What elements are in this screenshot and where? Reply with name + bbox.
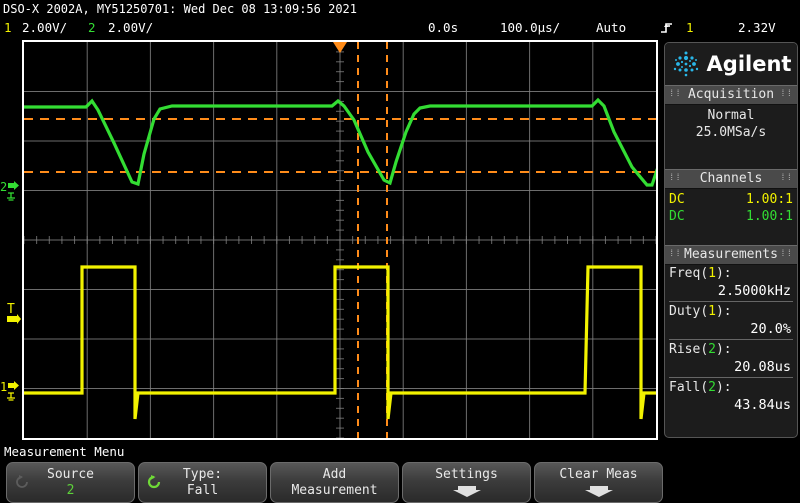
measurement-label: Fall(2): xyxy=(669,380,732,395)
channel-marker-gutter: 2 1 T xyxy=(0,40,22,440)
measurement-value: 20.0% xyxy=(750,321,791,337)
grip-left-icon: ⁞⁞ xyxy=(669,89,682,99)
channels-title: Channels xyxy=(699,171,763,186)
measurements-title: Measurements xyxy=(684,247,778,262)
measurement-name: Freq xyxy=(669,266,701,281)
acquisition-mode: Normal xyxy=(707,108,755,123)
measurement-value: 20.08us xyxy=(734,359,791,375)
softkey-label: Add xyxy=(322,466,347,482)
measurement-value: 2.5000kHz xyxy=(717,283,791,299)
status-trigger-source[interactable]: 1 xyxy=(686,18,694,38)
softkey-add-measurement[interactable]: Add Measurement xyxy=(270,462,399,503)
agilent-wordmark: Agilent xyxy=(706,52,792,76)
measurements-panel-header[interactable]: ⁞⁞ Measurements ⁞⁞ xyxy=(665,245,797,265)
brand-block: Agilent xyxy=(665,43,797,85)
status-bar: 1 2.00V/ 2 2.00V/ 0.0s 100.0µs/ Auto 1 2… xyxy=(0,18,800,38)
softkey-bar: Source 2 Type: Fall Add Measurement Sett… xyxy=(0,462,800,503)
softkey-label: Type: xyxy=(182,466,223,482)
svg-text:T: T xyxy=(7,302,15,317)
status-sweep-mode[interactable]: Auto xyxy=(596,18,626,38)
measurement-source: 2 xyxy=(708,342,716,357)
softkey-value: 2 xyxy=(66,482,75,498)
softkey-label: Settings xyxy=(435,467,498,482)
measurement-name: Rise xyxy=(669,342,701,357)
channels-panel-header[interactable]: ⁞⁞ Channels ⁞⁞ xyxy=(665,169,797,189)
softkey-label: Source xyxy=(47,466,94,482)
channels-panel-body: DC 1.00:1 DC 1.00:1 xyxy=(665,189,797,245)
grip-right-icon: ⁞⁞ xyxy=(780,173,793,183)
acquisition-sample-rate: 25.0MSa/s xyxy=(695,125,767,140)
measurement-label: Freq(1): xyxy=(669,266,732,281)
channel-row[interactable]: DC 1.00:1 xyxy=(669,191,793,208)
measurement-value: 43.84us xyxy=(734,397,791,413)
softkey-clear-meas[interactable]: Clear Meas xyxy=(534,462,663,503)
rising-edge-icon xyxy=(661,23,672,33)
softkey-value: Fall xyxy=(186,482,219,498)
agilent-logo-icon xyxy=(673,51,698,77)
rotary-knob-icon xyxy=(16,475,28,488)
status-trigger-level[interactable]: 2.32V xyxy=(738,18,776,38)
grip-left-icon: ⁞⁞ xyxy=(669,249,682,259)
measurement-name: Fall xyxy=(669,380,701,395)
waveform-display[interactable] xyxy=(22,40,658,440)
status-ch1-number[interactable]: 1 xyxy=(4,18,12,38)
grip-left-icon: ⁞⁞ xyxy=(669,173,682,183)
status-ch2-number[interactable]: 2 xyxy=(88,18,96,38)
status-ch2-scale[interactable]: 2.00V/ xyxy=(108,18,153,38)
measurement-source: 1 xyxy=(708,266,716,281)
oscilloscope-screen: DSO-X 2002A, MY51250701: Wed Dec 08 13:0… xyxy=(0,0,800,503)
chevron-down-icon xyxy=(452,486,481,497)
right-sidebar: Agilent ⁞⁞ Acquisition ⁞⁞ Normal 25.0MSa… xyxy=(664,42,798,438)
softkey-type[interactable]: Type: Fall xyxy=(138,462,267,503)
measurement-source: 2 xyxy=(708,380,716,395)
instrument-info-line: DSO-X 2002A, MY51250701: Wed Dec 08 13:0… xyxy=(3,2,358,16)
measurement-source: 1 xyxy=(708,304,716,319)
measurement-item[interactable]: Rise(2): 20.08us xyxy=(669,341,793,378)
softkey-value: Measurement xyxy=(291,482,378,498)
channel-row[interactable]: DC 1.00:1 xyxy=(669,208,793,225)
measurement-label: Duty(1): xyxy=(669,304,732,319)
ch1-probe-ratio: 1.00:1 xyxy=(746,192,793,207)
softkey-settings[interactable]: Settings xyxy=(402,462,531,503)
status-time-position[interactable]: 0.0s xyxy=(428,18,458,38)
ch2-probe-ratio: 1.00:1 xyxy=(746,209,793,224)
measurement-name: Duty xyxy=(669,304,701,319)
svg-text:2: 2 xyxy=(0,180,7,194)
menu-title: Measurement Menu xyxy=(4,444,125,459)
acquisition-title: Acquisition xyxy=(687,87,775,102)
measurement-item[interactable]: Freq(1): 2.5000kHz xyxy=(669,265,793,302)
acquisition-panel-body: Normal 25.0MSa/s xyxy=(665,105,797,169)
softkey-source[interactable]: Source 2 xyxy=(6,462,135,503)
ch2-coupling: DC xyxy=(669,209,685,224)
measurement-label: Rise(2): xyxy=(669,342,732,357)
grip-right-icon: ⁞⁞ xyxy=(780,89,793,99)
measurement-item[interactable]: Fall(2): 43.84us xyxy=(669,379,793,415)
status-time-per-div[interactable]: 100.0µs/ xyxy=(500,18,560,38)
chevron-down-icon xyxy=(584,486,613,497)
trigger-level-marker[interactable]: T xyxy=(6,302,22,328)
ch1-ground-marker[interactable]: 1 xyxy=(0,380,22,402)
acquisition-panel-header[interactable]: ⁞⁞ Acquisition ⁞⁞ xyxy=(665,85,797,105)
measurements-panel-body: Freq(1): 2.5000kHz Duty(1): 20.0% Rise(2… xyxy=(665,265,797,420)
measurement-item[interactable]: Duty(1): 20.0% xyxy=(669,303,793,340)
rotary-knob-icon xyxy=(147,475,161,489)
ch1-coupling: DC xyxy=(669,192,685,207)
ch2-ground-marker[interactable]: 2 xyxy=(0,180,22,202)
svg-text:1: 1 xyxy=(0,380,7,394)
status-ch1-scale[interactable]: 2.00V/ xyxy=(22,18,67,38)
grip-right-icon: ⁞⁞ xyxy=(780,249,793,259)
softkey-label: Clear Meas xyxy=(559,467,638,482)
waveform-traces xyxy=(24,42,656,438)
